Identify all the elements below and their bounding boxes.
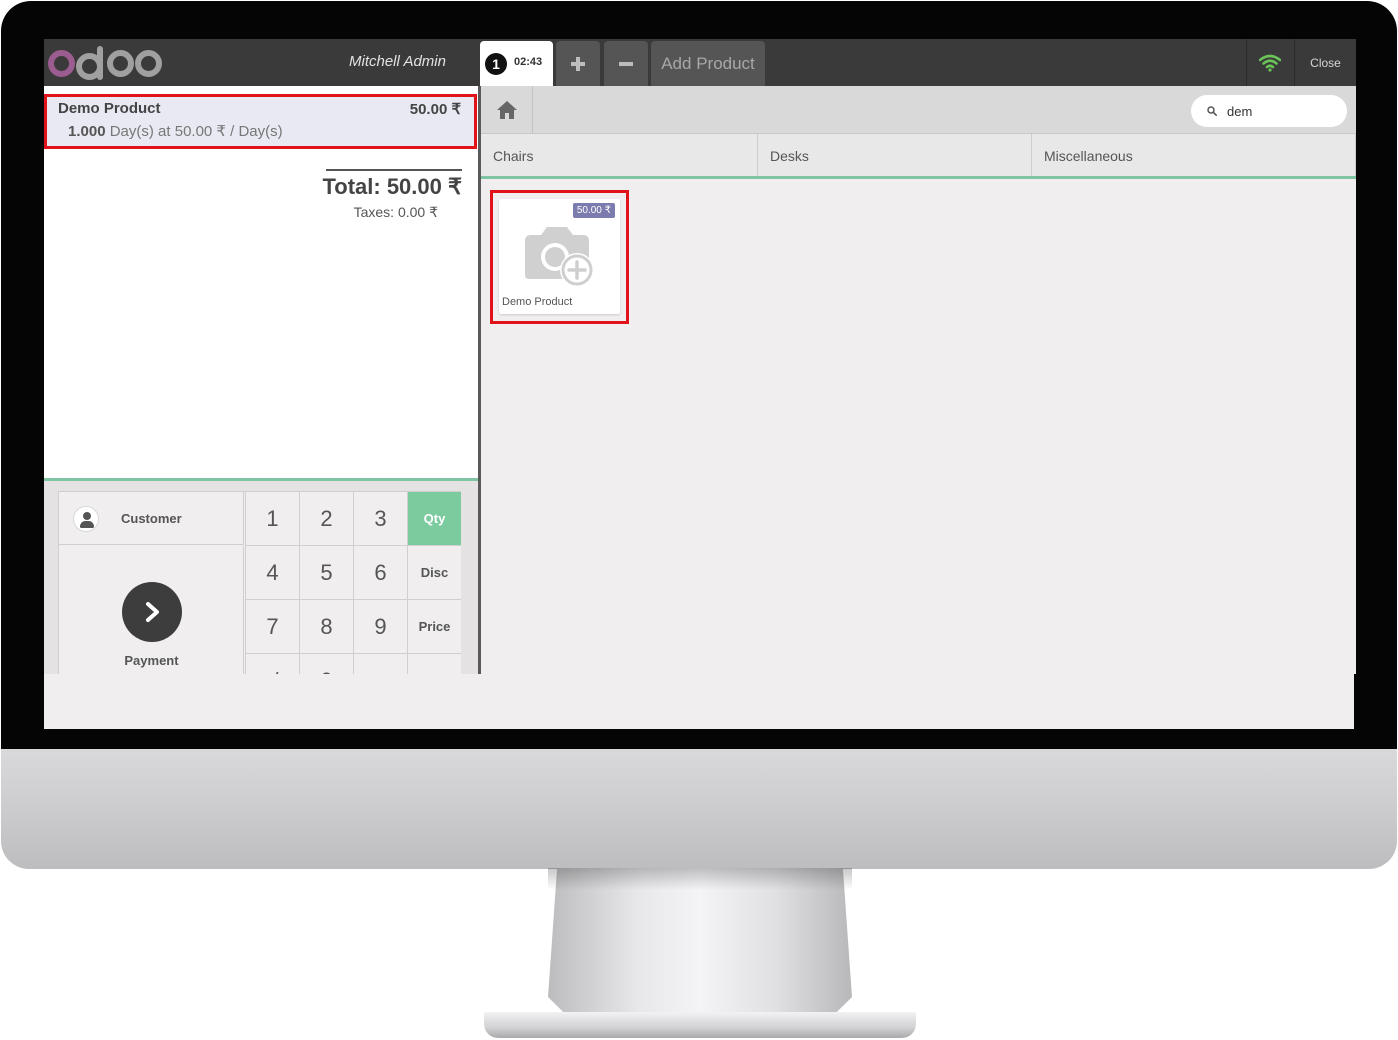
order-line-detail: Day(s) at 50.00 ₹ / Day(s) bbox=[109, 123, 283, 140]
order-line-price: 50.00 ₹ bbox=[409, 101, 461, 118]
camera-add-icon bbox=[525, 227, 594, 287]
pos-topbar: Mitchell Admin 1 02:43 Add Product Close bbox=[44, 39, 1356, 86]
order-line-selected[interactable]: Demo Product 50.00 ₹ 1.000 Day(s) at 50.… bbox=[44, 94, 477, 149]
close-button[interactable]: Close bbox=[1294, 39, 1356, 86]
product-name: Demo Product bbox=[502, 296, 573, 308]
monitor-stand-base bbox=[484, 1012, 916, 1038]
order-pane: Demo Product 50.00 ₹ 1.000 Day(s) at 50.… bbox=[44, 86, 478, 721]
numpad-key-6[interactable]: 6 bbox=[353, 546, 407, 600]
monitor-chin bbox=[1, 749, 1397, 869]
product-price-tag: 50.00 ₹ bbox=[572, 203, 615, 218]
numpad-key-1[interactable]: 1 bbox=[245, 492, 299, 546]
chevron-right-icon bbox=[122, 582, 182, 642]
product-card[interactable]: 50.00 ₹ Demo Product bbox=[499, 199, 620, 314]
screen-bottom-area bbox=[44, 674, 1356, 729]
products-pane: Chairs Desks Miscellaneous 50.00 ₹ Demo … bbox=[481, 86, 1356, 674]
monitor-stand-neck bbox=[548, 868, 852, 1018]
wifi-icon bbox=[1259, 54, 1281, 72]
stand-shadow bbox=[548, 868, 852, 890]
order-taxes: Taxes: 0.00 ₹ bbox=[353, 204, 438, 220]
customer-label: Customer bbox=[121, 511, 182, 526]
minus-icon bbox=[619, 61, 633, 66]
category-desks[interactable]: Desks bbox=[758, 134, 1032, 176]
odoo-logo bbox=[48, 43, 162, 83]
order-time: 02:43 bbox=[514, 56, 543, 68]
mode-disc-button[interactable]: Disc bbox=[407, 546, 461, 600]
category-miscellaneous[interactable]: Miscellaneous bbox=[1032, 134, 1356, 176]
numpad-key-8[interactable]: 8 bbox=[299, 600, 353, 654]
pos-screen: Mitchell Admin 1 02:43 Add Product Close… bbox=[44, 39, 1356, 729]
numpad-key-5[interactable]: 5 bbox=[299, 546, 353, 600]
order-total: Total: 50.00 ₹ bbox=[322, 174, 462, 199]
order-number-badge: 1 bbox=[485, 53, 507, 75]
new-order-button[interactable] bbox=[556, 41, 600, 86]
delete-order-button[interactable] bbox=[604, 41, 648, 86]
category-chairs[interactable]: Chairs bbox=[481, 134, 758, 176]
home-category-button[interactable] bbox=[481, 86, 533, 134]
products-header bbox=[481, 86, 1356, 134]
order-line-qty: 1.000 bbox=[68, 123, 106, 140]
customer-button[interactable]: Customer bbox=[59, 492, 244, 545]
numpad-key-9[interactable]: 9 bbox=[353, 600, 407, 654]
search-icon bbox=[1207, 106, 1217, 116]
numpad-key-2[interactable]: 2 bbox=[299, 492, 353, 546]
plus-icon bbox=[571, 56, 585, 71]
cashier-name[interactable]: Mitchell Admin bbox=[349, 53, 446, 70]
user-icon bbox=[73, 506, 99, 532]
order-line-info: 1.000 Day(s) at 50.00 ₹ / Day(s) bbox=[68, 122, 283, 140]
home-icon bbox=[496, 101, 517, 119]
numpad-key-7[interactable]: 7 bbox=[245, 600, 299, 654]
search-box[interactable] bbox=[1191, 95, 1347, 127]
connection-status[interactable] bbox=[1246, 39, 1293, 86]
mode-price-button[interactable]: Price bbox=[407, 600, 461, 654]
add-product-button[interactable]: Add Product bbox=[651, 41, 765, 86]
summary-divider bbox=[326, 169, 462, 171]
payment-label: Payment bbox=[124, 653, 179, 668]
order-line-product: Demo Product bbox=[58, 100, 161, 117]
order-tab-selected[interactable]: 1 02:43 bbox=[480, 41, 553, 86]
numpad-key-3[interactable]: 3 bbox=[353, 492, 407, 546]
screen-edge bbox=[1354, 674, 1356, 729]
search-input[interactable] bbox=[1227, 101, 1337, 121]
category-bar: Chairs Desks Miscellaneous bbox=[481, 134, 1356, 179]
mode-qty-button[interactable]: Qty bbox=[407, 492, 461, 546]
numpad-key-4[interactable]: 4 bbox=[245, 546, 299, 600]
